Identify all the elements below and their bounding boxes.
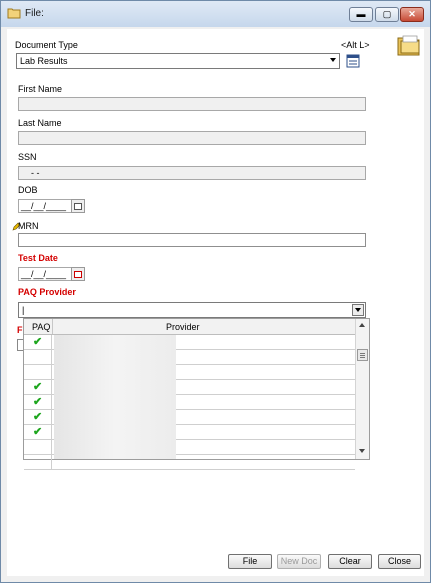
form-area: Document Type <Alt L> Lab Results First … bbox=[7, 29, 424, 576]
new-doc-button[interactable]: New Doc bbox=[277, 554, 321, 569]
checkmark-icon: ✔ bbox=[33, 381, 43, 393]
last-name-field[interactable] bbox=[18, 131, 366, 145]
file-button[interactable]: File bbox=[228, 554, 272, 569]
calendar-icon bbox=[74, 271, 82, 278]
paq-cell[interactable]: ✔ bbox=[24, 425, 52, 439]
alt-hint: <Alt L> bbox=[341, 40, 370, 50]
scroll-up-icon[interactable] bbox=[359, 323, 365, 327]
test-date-calendar-button[interactable] bbox=[71, 267, 85, 281]
checkmark-icon: ✔ bbox=[33, 426, 43, 438]
column-divider bbox=[52, 319, 53, 334]
grid-header: PAQ Provider bbox=[24, 319, 355, 335]
minimize-button[interactable]: ▬ bbox=[349, 7, 373, 22]
ssn-field[interactable]: - - bbox=[18, 166, 366, 180]
paq-provider-value: | bbox=[22, 305, 25, 315]
calendar-icon bbox=[74, 203, 82, 210]
maximize-button[interactable]: ▢ bbox=[375, 7, 399, 22]
paq-cell[interactable] bbox=[24, 440, 52, 454]
checkmark-icon: ✔ bbox=[33, 396, 43, 408]
first-name-field[interactable] bbox=[18, 97, 366, 111]
checkmark-icon: ✔ bbox=[33, 336, 43, 348]
maximize-icon: ▢ bbox=[382, 9, 392, 19]
scroll-down-icon[interactable] bbox=[359, 449, 365, 453]
chevron-down-icon bbox=[355, 308, 361, 312]
first-name-label: First Name bbox=[18, 84, 63, 94]
paq-cell[interactable]: ✔ bbox=[24, 335, 52, 349]
mrn-label: MRN bbox=[18, 221, 39, 231]
dropdown-button[interactable] bbox=[352, 304, 364, 316]
close-button[interactable]: Close bbox=[378, 554, 421, 569]
dob-label: DOB bbox=[18, 185, 38, 195]
mrn-field[interactable] bbox=[18, 233, 366, 247]
chevron-down-icon bbox=[330, 58, 336, 62]
title-bar[interactable]: File: ▬ ▢ ✕ bbox=[1, 1, 430, 27]
paq-cell[interactable]: ✔ bbox=[24, 380, 52, 394]
close-window-button[interactable]: ✕ bbox=[400, 7, 424, 22]
document-folder-icon bbox=[397, 35, 420, 56]
file-window: File: ▬ ▢ ✕ Document Type <Alt L> Lab Re… bbox=[0, 0, 431, 583]
last-name-label: Last Name bbox=[18, 118, 62, 128]
ssn-mask: - - bbox=[31, 168, 40, 178]
paq-provider-select[interactable]: | bbox=[18, 302, 366, 318]
close-icon: ✕ bbox=[408, 9, 416, 19]
scroll-thumb[interactable] bbox=[357, 349, 368, 361]
lookup-table-icon[interactable] bbox=[346, 54, 360, 68]
window-title: File: bbox=[25, 8, 44, 19]
test-date-label: Test Date bbox=[18, 253, 58, 263]
paq-provider-label: PAQ Provider bbox=[18, 287, 76, 297]
document-type-label: Document Type bbox=[15, 40, 78, 50]
dob-calendar-button[interactable] bbox=[71, 199, 85, 213]
column-header-paq[interactable]: PAQ bbox=[32, 322, 50, 332]
document-type-value: Lab Results bbox=[20, 56, 68, 66]
redacted-provider-names bbox=[54, 335, 176, 459]
grid-scrollbar[interactable] bbox=[355, 319, 369, 459]
paq-cell[interactable] bbox=[24, 350, 52, 364]
paq-cell[interactable]: ✔ bbox=[24, 410, 52, 424]
paq-cell[interactable] bbox=[24, 455, 52, 469]
column-header-provider[interactable]: Provider bbox=[166, 322, 200, 332]
provider-dropdown-grid[interactable]: PAQ Provider ✔ ✔ ✔ ✔ ✔ bbox=[23, 318, 370, 470]
dob-field[interactable]: __/__/____ bbox=[18, 199, 72, 213]
folder-title-icon bbox=[7, 8, 21, 19]
minimize-icon: ▬ bbox=[356, 9, 366, 19]
paq-cell[interactable]: ✔ bbox=[24, 395, 52, 409]
test-date-field[interactable]: __/__/____ bbox=[18, 267, 72, 281]
ssn-label: SSN bbox=[18, 152, 37, 162]
document-type-select[interactable]: Lab Results bbox=[16, 53, 340, 69]
clear-button[interactable]: Clear bbox=[328, 554, 372, 569]
paq-cell[interactable] bbox=[24, 365, 52, 379]
checkmark-icon: ✔ bbox=[33, 411, 43, 423]
